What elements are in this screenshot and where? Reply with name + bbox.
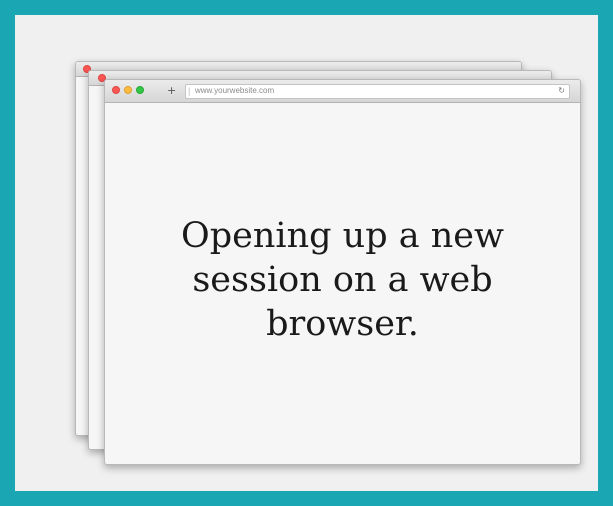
address-separator: | [188,86,191,96]
slide-caption: Opening up a new session on a web browse… [181,216,504,344]
minimize-icon[interactable] [124,86,132,94]
new-tab-button[interactable]: + [167,83,176,98]
reload-icon[interactable]: ↻ [558,85,565,97]
address-bar[interactable]: | www.yourwebsite.com ↻ [185,84,570,99]
address-url[interactable]: www.yourwebsite.com [195,85,274,97]
browser-toolbar: + | www.yourwebsite.com ↻ [105,80,580,103]
slide-frame: + | www.yourwebsite.com ↻ Opening up a n… [0,0,613,506]
zoom-icon[interactable] [136,86,144,94]
browser-window-front: + | www.yourwebsite.com ↻ Opening up a n… [104,79,581,465]
close-icon[interactable] [112,86,120,94]
